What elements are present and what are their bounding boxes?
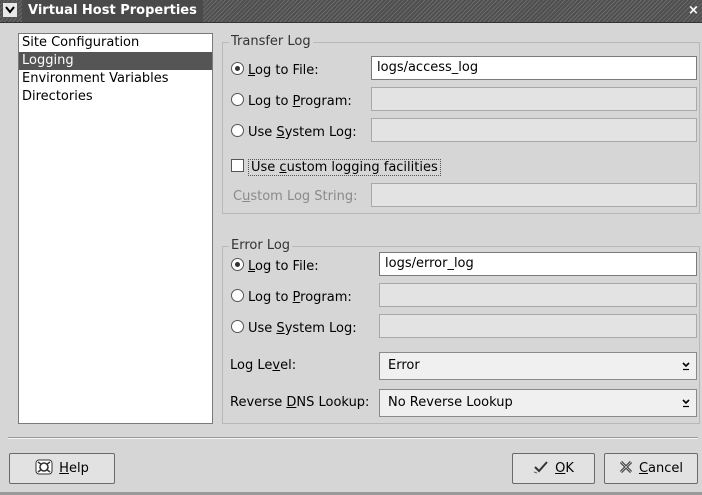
ok-button[interactable]: OK <box>512 453 595 484</box>
radio-button-icon[interactable] <box>231 320 244 333</box>
combo-arrow-icon[interactable] <box>679 357 693 375</box>
transfer-log-to-program-radio[interactable]: Log to Program: <box>231 93 352 110</box>
option-label: rogram: <box>300 290 352 305</box>
help-label: Help <box>59 461 89 476</box>
reverse-dns-value: No Reverse Lookup <box>388 395 513 410</box>
help-icon <box>35 459 53 479</box>
cancel-x-icon <box>619 460 633 478</box>
error-log-to-file-radio[interactable]: Log to File: <box>231 258 319 275</box>
error-use-system-log-radio[interactable]: Use System Log: <box>231 320 357 337</box>
option-label: Log to <box>248 94 293 109</box>
log-level-label: Log Level: <box>230 358 297 373</box>
transfer-log-file-input[interactable]: logs/access_log <box>371 56 697 80</box>
log-level-select[interactable]: Error <box>379 352 697 380</box>
help-button[interactable]: Help <box>9 453 115 484</box>
radio-button-icon[interactable] <box>231 62 244 75</box>
mnemonic: S <box>276 125 285 140</box>
window-titlebar: Virtual Host Properties × <box>0 0 702 23</box>
mnemonic: S <box>276 321 285 336</box>
error-log-title: Error Log <box>229 238 293 253</box>
reverse-dns-label: Reverse DNS Lookup: <box>230 395 370 410</box>
sidebar-item-environment-variables[interactable]: Environment Variables <box>19 70 212 88</box>
option-label: ystem Log: <box>284 125 357 140</box>
option-label: Use <box>248 125 277 140</box>
radio-button-icon[interactable] <box>231 124 244 137</box>
checkbox-icon[interactable] <box>231 159 244 172</box>
option-label: Log to <box>248 290 293 305</box>
option-label: og to File: <box>255 259 319 274</box>
transfer-system-log-input <box>371 118 697 142</box>
radio-button-icon[interactable] <box>231 258 244 271</box>
option-label: rogram: <box>300 94 352 109</box>
ok-label: OK <box>555 461 574 476</box>
transfer-log-program-input <box>371 87 697 111</box>
error-log-program-input <box>379 283 697 307</box>
sidebar-item-logging[interactable]: Logging <box>19 52 212 70</box>
error-system-log-input <box>379 314 697 338</box>
transfer-log-title: Transfer Log <box>229 34 313 49</box>
section-list: Site Configuration Logging Environment V… <box>18 33 213 424</box>
reverse-dns-select[interactable]: No Reverse Lookup <box>379 389 697 417</box>
radio-button-icon[interactable] <box>231 289 244 302</box>
dialog-separator <box>8 437 698 439</box>
close-icon[interactable]: × <box>688 3 702 19</box>
cancel-button[interactable]: Cancel <box>604 453 698 484</box>
custom-log-string-input <box>371 183 697 207</box>
transfer-log-to-file-radio[interactable]: Log to File: <box>231 62 319 79</box>
window-menu-chevron-icon[interactable] <box>2 2 18 18</box>
error-log-file-input[interactable]: logs/error_log <box>379 252 697 276</box>
log-level-value: Error <box>388 358 420 373</box>
mnemonic: L <box>248 63 256 78</box>
sidebar-item-site-configuration[interactable]: Site Configuration <box>19 34 212 52</box>
sidebar-item-directories[interactable]: Directories <box>19 88 212 106</box>
checkmark-icon <box>533 460 549 478</box>
option-label: ystem Log: <box>284 321 357 336</box>
error-log-to-program-radio[interactable]: Log to Program: <box>231 289 352 306</box>
radio-button-icon[interactable] <box>231 93 244 106</box>
window-title: Virtual Host Properties <box>22 0 203 22</box>
transfer-use-system-log-radio[interactable]: Use System Log: <box>231 124 357 141</box>
mnemonic: L <box>248 259 256 274</box>
cancel-label: Cancel <box>638 461 684 476</box>
custom-logging-label: Use custom logging facilities <box>248 159 441 176</box>
option-label: Use <box>248 321 277 336</box>
custom-log-string-label: Custom Log String: <box>233 189 358 204</box>
combo-arrow-icon[interactable] <box>679 394 693 412</box>
custom-logging-checkbox[interactable]: Use custom logging facilities <box>231 159 441 176</box>
option-label: og to File: <box>255 63 319 78</box>
